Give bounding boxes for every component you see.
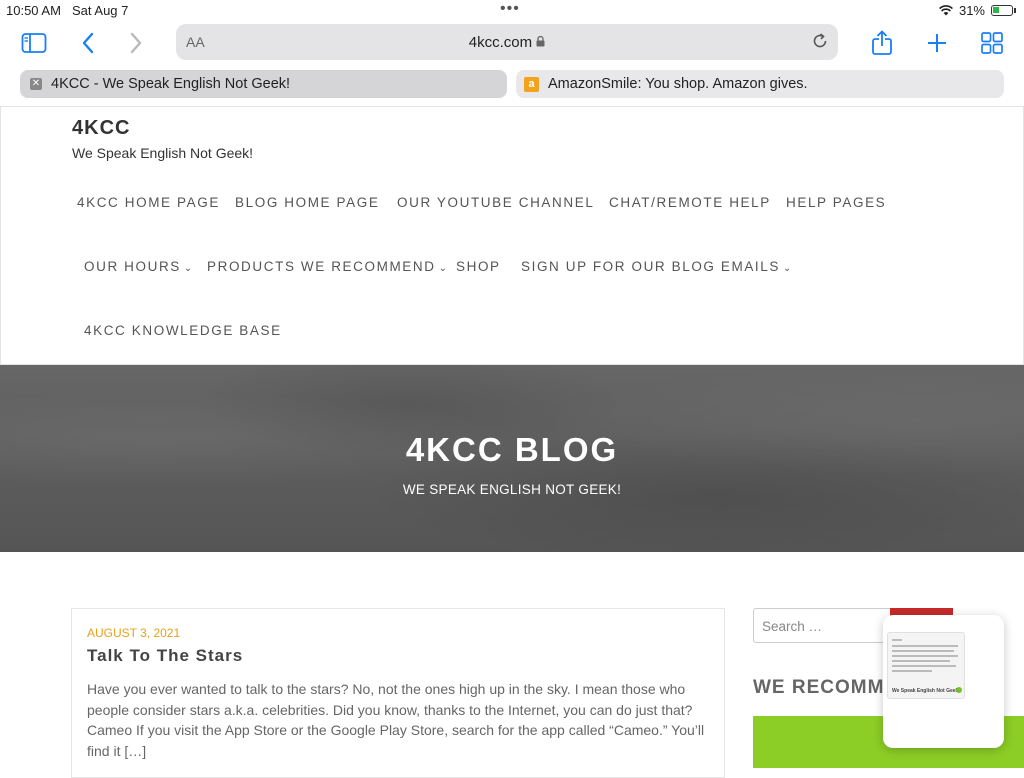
status-right: 31% <box>939 3 1016 18</box>
nav-knowledge-base[interactable]: 4KCC KNOWLEDGE BASE <box>84 323 282 338</box>
thumb-line <box>892 650 954 652</box>
reload-icon[interactable] <box>810 31 830 56</box>
site-header: 4KCC We Speak English Not Geek! 4KCC HOM… <box>0 106 1024 365</box>
site-title[interactable]: 4KCC <box>72 117 130 140</box>
hero-banner: 4KCC BLOG WE SPEAK ENGLISH NOT GEEK! <box>0 365 1024 552</box>
thumb-line <box>892 670 932 672</box>
chevron-down-icon: ⌄ <box>438 263 447 274</box>
site-tagline: We Speak English Not Geek! <box>72 145 254 161</box>
hero-title: 4KCC BLOG <box>405 431 619 468</box>
address-bar[interactable]: AA 4kcc.com <box>176 24 838 60</box>
tab-overview-icon[interactable] <box>978 30 1006 56</box>
nav-blog-home[interactable]: BLOG HOME PAGE <box>235 195 379 210</box>
forward-icon[interactable] <box>122 30 150 56</box>
tab-title: AmazonSmile: You shop. Amazon gives. <box>548 76 808 92</box>
nav-chat-remote-help[interactable]: CHAT/REMOTE HELP <box>609 195 771 210</box>
hero-subtitle: WE SPEAK ENGLISH NOT GEEK! <box>402 482 622 497</box>
post-date[interactable]: AUGUST 3, 2021 <box>87 626 180 640</box>
sidebar-icon[interactable] <box>20 30 48 56</box>
thumb-line <box>892 639 902 641</box>
status-date: Sat Aug 7 <box>72 3 129 18</box>
thumb-badge-icon <box>956 687 962 693</box>
nav-shop[interactable]: SHOP <box>456 259 501 274</box>
thumb-title: We Speak English Not Geek! <box>892 688 960 694</box>
share-icon[interactable] <box>868 30 896 56</box>
tab-4kcc[interactable]: ✕ 4KCC - We Speak English Not Geek! <box>20 70 507 98</box>
battery-percent: 31% <box>958 3 985 18</box>
search-input[interactable]: Search … <box>753 608 893 643</box>
nav-help-pages[interactable]: HELP PAGES <box>786 195 886 210</box>
nav-sign-up-blog-emails[interactable]: SIGN UP FOR OUR BLOG EMAILS ⌄ <box>521 259 791 274</box>
post-card: AUGUST 3, 2021 Talk To The Stars Have yo… <box>71 608 725 778</box>
search-placeholder: Search … <box>762 619 823 634</box>
close-tab-icon[interactable]: ✕ <box>30 78 42 90</box>
post-title[interactable]: Talk To The Stars <box>87 646 243 666</box>
page-thumbnail: We Speak English Not Geek! <box>887 632 965 699</box>
url-text: 4kcc.com <box>468 34 533 51</box>
chevron-down-icon: ⌄ <box>183 263 193 274</box>
thumb-line <box>892 660 950 662</box>
new-tab-icon[interactable] <box>923 30 951 56</box>
thumb-line <box>892 645 958 647</box>
amazon-favicon-icon: a <box>524 76 539 92</box>
thumb-line <box>892 655 958 657</box>
status-bar: 10:50 AM Sat Aug 7 ••• 31% <box>0 0 1024 22</box>
battery-tip <box>1014 8 1016 13</box>
post-excerpt: Have you ever wanted to talk to the star… <box>87 681 705 759</box>
nav-youtube-channel[interactable]: OUR YOUTUBE CHANNEL <box>397 195 594 210</box>
nav-products-we-recommend[interactable]: PRODUCTS WE RECOMMEND ⌄ <box>207 259 447 274</box>
multitasking-dots-icon[interactable]: ••• <box>500 0 520 18</box>
widget-title: WE RECOMM <box>753 677 885 698</box>
battery-icon <box>991 5 1013 16</box>
tab-title: 4KCC - We Speak English Not Geek! <box>51 76 291 92</box>
back-icon[interactable] <box>74 30 102 56</box>
status-time: 10:50 AM <box>6 3 61 18</box>
tab-bar: ✕ 4KCC - We Speak English Not Geek! a Am… <box>0 68 1024 102</box>
thumb-line <box>892 665 956 667</box>
tab-amazonsmile[interactable]: a AmazonSmile: You shop. Amazon gives. <box>516 70 1004 98</box>
wifi-icon <box>939 5 953 16</box>
lock-icon <box>536 35 545 47</box>
floating-preview-popup[interactable]: We Speak English Not Geek! <box>883 615 1004 748</box>
url-display[interactable]: 4kcc.com <box>176 34 838 51</box>
browser-toolbar: AA 4kcc.com <box>0 22 1024 64</box>
nav-4kcc-home[interactable]: 4KCC HOME PAGE <box>77 195 220 210</box>
nav-our-hours[interactable]: OUR HOURS ⌄ <box>84 259 192 274</box>
chevron-down-icon: ⌄ <box>783 263 792 274</box>
